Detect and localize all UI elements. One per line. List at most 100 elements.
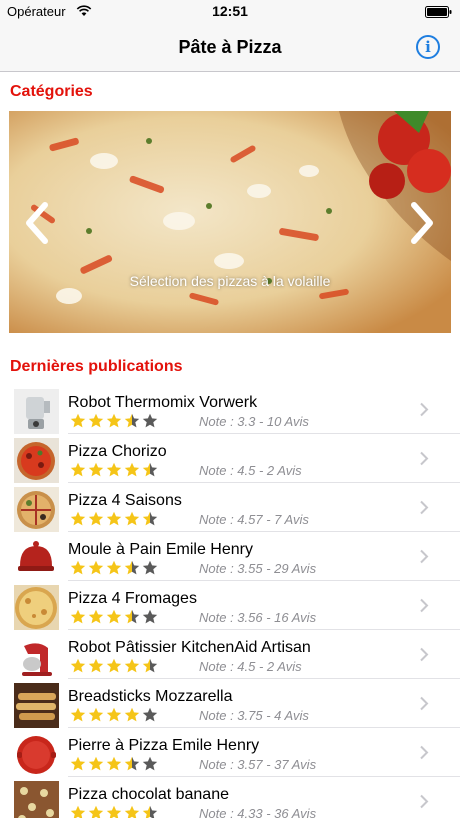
star-icon bbox=[88, 756, 104, 771]
chevron-right-icon bbox=[420, 745, 429, 760]
item-title: Pizza 4 Fromages bbox=[68, 590, 197, 607]
star-icon bbox=[142, 511, 158, 526]
item-title: Pierre à Pizza Emile Henry bbox=[68, 737, 260, 754]
star-icon bbox=[124, 658, 140, 673]
chevron-right-icon bbox=[420, 451, 429, 466]
rating-stars bbox=[70, 413, 160, 429]
star-icon bbox=[70, 511, 86, 526]
star-icon bbox=[106, 413, 122, 428]
item-note: Note : 3.57 - 37 Avis bbox=[199, 757, 317, 772]
rating-stars bbox=[70, 805, 160, 818]
chevron-right-icon bbox=[420, 598, 429, 613]
rating-stars bbox=[70, 560, 160, 576]
star-icon bbox=[142, 413, 158, 428]
item-title: Pizza chocolat banane bbox=[68, 786, 229, 803]
item-note: Note : 3.56 - 16 Avis bbox=[199, 610, 317, 625]
rating-stars bbox=[70, 609, 160, 625]
star-icon bbox=[142, 756, 158, 771]
star-icon bbox=[88, 609, 104, 624]
star-icon bbox=[124, 756, 140, 771]
item-title: Moule à Pain Emile Henry bbox=[68, 541, 253, 558]
item-title: Pizza 4 Saisons bbox=[68, 492, 182, 509]
list-item[interactable]: Robot Thermomix Vorwerk Note : 3.3 - 10 … bbox=[0, 385, 460, 434]
list-item[interactable]: Robot Pâtissier KitchenAid Artisan Note … bbox=[0, 630, 460, 679]
rating-stars bbox=[70, 511, 160, 527]
thumbnail-thermomix bbox=[14, 389, 59, 434]
thumbnail-bread-dome bbox=[14, 536, 59, 581]
list-item[interactable]: Pizza Chorizo Note : 4.5 - 2 Avis bbox=[0, 434, 460, 483]
star-icon bbox=[106, 462, 122, 477]
star-icon bbox=[70, 560, 86, 575]
star-icon bbox=[88, 462, 104, 477]
publications-list: Robot Thermomix Vorwerk Note : 3.3 - 10 … bbox=[0, 385, 460, 818]
pizza-photo bbox=[9, 111, 451, 333]
info-icon[interactable]: i bbox=[416, 35, 440, 59]
category-carousel[interactable]: Sélection des pizzas à la volaille bbox=[9, 111, 451, 333]
star-icon bbox=[70, 413, 86, 428]
chevron-right-icon bbox=[420, 402, 429, 417]
chevron-right-icon bbox=[420, 647, 429, 662]
star-icon bbox=[142, 609, 158, 624]
info-glyph: i bbox=[425, 38, 431, 56]
star-icon bbox=[88, 413, 104, 428]
star-icon bbox=[124, 413, 140, 428]
item-note: Note : 4.5 - 2 Avis bbox=[199, 463, 302, 478]
star-icon bbox=[142, 707, 158, 722]
star-icon bbox=[142, 658, 158, 673]
item-note: Note : 4.5 - 2 Avis bbox=[199, 659, 302, 674]
item-title: Robot Pâtissier KitchenAid Artisan bbox=[68, 639, 311, 656]
item-title: Pizza Chorizo bbox=[68, 443, 167, 460]
star-icon bbox=[142, 462, 158, 477]
star-icon bbox=[106, 609, 122, 624]
star-icon bbox=[142, 805, 158, 818]
star-icon bbox=[106, 707, 122, 722]
navigation-bar: Pâte à Pizza i bbox=[0, 24, 460, 72]
thumbnail-breadsticks bbox=[14, 683, 59, 728]
star-icon bbox=[88, 707, 104, 722]
rating-stars bbox=[70, 658, 160, 674]
chevron-right-icon bbox=[420, 549, 429, 564]
list-item[interactable]: Pizza 4 Fromages Note : 3.56 - 16 Avis bbox=[0, 581, 460, 630]
thumbnail-pizza-choco bbox=[14, 781, 59, 818]
list-item[interactable]: Pizza chocolat banane Note : 4.33 - 36 A… bbox=[0, 777, 460, 818]
star-icon bbox=[124, 707, 140, 722]
item-note: Note : 3.55 - 29 Avis bbox=[199, 561, 317, 576]
star-icon bbox=[106, 658, 122, 673]
status-time: 12:51 bbox=[212, 3, 248, 19]
star-icon bbox=[88, 658, 104, 673]
thumbnail-pizza-cheese bbox=[14, 585, 59, 630]
star-icon bbox=[124, 511, 140, 526]
star-icon bbox=[124, 805, 140, 818]
star-icon bbox=[88, 511, 104, 526]
list-item[interactable]: Moule à Pain Emile Henry Note : 3.55 - 2… bbox=[0, 532, 460, 581]
list-item[interactable]: Pizza 4 Saisons Note : 4.57 - 7 Avis bbox=[0, 483, 460, 532]
rating-stars bbox=[70, 756, 160, 772]
page-title: Pâte à Pizza bbox=[178, 37, 282, 57]
list-item[interactable]: Pierre à Pizza Emile Henry Note : 3.57 -… bbox=[0, 728, 460, 777]
thumbnail-pizza-mixed bbox=[14, 487, 59, 532]
star-icon bbox=[70, 609, 86, 624]
star-icon bbox=[106, 511, 122, 526]
rating-stars bbox=[70, 462, 160, 478]
star-icon bbox=[70, 462, 86, 477]
list-item[interactable]: Breadsticks Mozzarella Note : 3.75 - 4 A… bbox=[0, 679, 460, 728]
star-icon bbox=[106, 560, 122, 575]
thumbnail-pizza-stone bbox=[14, 732, 59, 777]
rating-stars bbox=[70, 707, 160, 723]
item-note: Note : 4.33 - 36 Avis bbox=[199, 806, 317, 818]
thumbnail-kitchenaid bbox=[14, 634, 59, 679]
item-note: Note : 4.57 - 7 Avis bbox=[199, 512, 309, 527]
chevron-right-icon bbox=[420, 696, 429, 711]
battery-icon bbox=[425, 6, 452, 18]
star-icon bbox=[142, 560, 158, 575]
star-icon bbox=[124, 462, 140, 477]
item-title: Robot Thermomix Vorwerk bbox=[68, 394, 258, 411]
star-icon bbox=[106, 805, 122, 818]
star-icon bbox=[88, 805, 104, 818]
star-icon bbox=[124, 560, 140, 575]
star-icon bbox=[70, 707, 86, 722]
item-note: Note : 3.75 - 4 Avis bbox=[199, 708, 309, 723]
chevron-right-icon[interactable] bbox=[408, 201, 438, 245]
star-icon bbox=[124, 609, 140, 624]
chevron-left-icon[interactable] bbox=[21, 201, 51, 245]
